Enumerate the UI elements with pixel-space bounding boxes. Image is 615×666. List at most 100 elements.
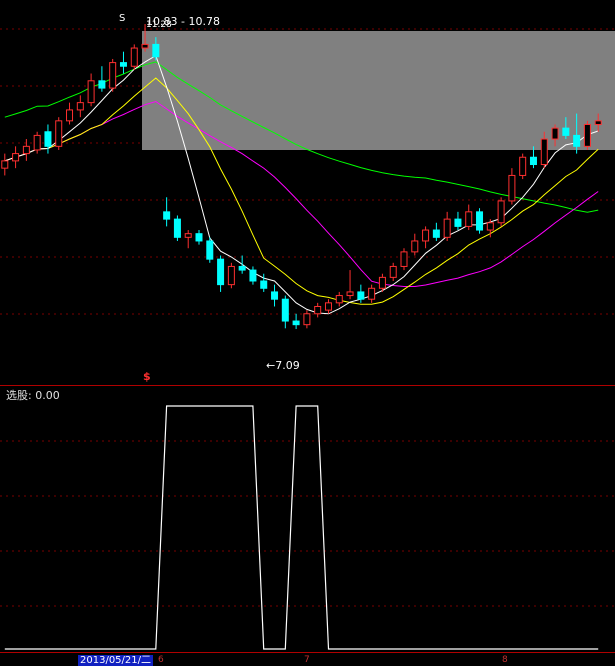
candle-body [303, 313, 311, 326]
candle-body [152, 43, 160, 58]
signal-line [4, 405, 599, 650]
candle-body [583, 123, 591, 147]
candle-body [519, 156, 527, 176]
candle-body [454, 218, 462, 227]
stock-chart-window: { "price_chart": { "high_label": "10.83 … [0, 0, 615, 666]
candle-body [562, 127, 570, 136]
candle [163, 197, 171, 227]
candle [22, 139, 30, 161]
candle [12, 146, 20, 169]
candle-body [87, 80, 95, 104]
candle-body [422, 229, 430, 242]
candle [119, 51, 127, 74]
candle [454, 211, 462, 231]
candle [109, 58, 117, 92]
candle [55, 117, 63, 150]
candle-body [281, 298, 289, 322]
candle [443, 211, 451, 241]
s-marker: S [119, 13, 126, 24]
axis-tick-7: 7 [304, 655, 310, 665]
axis-divider [0, 652, 615, 653]
candle [87, 73, 95, 107]
candle [476, 208, 484, 234]
candle [465, 204, 473, 231]
candle-body [292, 320, 300, 326]
candle [173, 215, 181, 241]
candle-body [540, 138, 548, 166]
candle-body [335, 295, 343, 304]
candle [98, 66, 106, 92]
axis-tick-6: 6 [158, 655, 164, 665]
candle-body [1, 160, 9, 169]
candle-body [109, 62, 117, 89]
candle-body [98, 80, 106, 89]
candle [66, 102, 74, 125]
candle [519, 153, 527, 180]
candle-body [260, 280, 268, 289]
candle [314, 302, 322, 318]
candle [432, 222, 440, 241]
candle-body [238, 265, 246, 271]
candle [227, 262, 235, 289]
candle-body [432, 229, 440, 238]
candle [217, 255, 225, 292]
candle-body [486, 222, 494, 231]
candle-body [217, 258, 225, 286]
candle-body [163, 211, 171, 220]
candle [281, 295, 289, 329]
price-chart[interactable] [0, 0, 615, 385]
candle [130, 44, 138, 70]
candle-body [314, 305, 322, 315]
candle [368, 284, 376, 303]
candle-body [389, 265, 397, 278]
candle-body [346, 291, 354, 297]
low-price-label: ←7.09 [266, 359, 300, 372]
price-chart-pane[interactable]: S 10.83 - 10.78 11.28 ←7.09 $ [0, 0, 615, 385]
sell-marker: $ [143, 370, 151, 383]
candle-body [324, 302, 332, 311]
candle-body [119, 62, 127, 67]
candle-body [184, 233, 192, 238]
candle [422, 226, 430, 249]
candle-body [411, 240, 419, 253]
candle-body [249, 269, 257, 282]
candle-body [465, 211, 473, 227]
signal-chart[interactable] [0, 386, 615, 652]
candle-body [400, 251, 408, 267]
candle-body [497, 200, 505, 224]
indicator-pane[interactable]: 选股: 0.00 [0, 386, 615, 652]
candle-body [12, 153, 20, 162]
candle [206, 237, 214, 263]
candle [76, 95, 84, 118]
indicator-title: 选股: 0.00 [6, 389, 60, 402]
candle-body [271, 291, 279, 300]
candle [400, 248, 408, 271]
candle-body [195, 233, 203, 242]
candle [303, 310, 311, 329]
candle [411, 233, 419, 256]
candle [195, 230, 203, 245]
candle-body [206, 240, 214, 260]
candle-body [76, 102, 84, 111]
candle-body [33, 134, 41, 151]
candle [335, 291, 343, 307]
high-price-short-label: 11.28 [146, 20, 172, 30]
candle [389, 262, 397, 281]
candle [497, 197, 505, 227]
candle [271, 284, 279, 307]
candle-body [594, 120, 602, 125]
candle-body [443, 218, 451, 238]
candle [324, 299, 332, 314]
candle-body [66, 109, 74, 122]
axis-tick-8: 8 [502, 655, 508, 665]
candle-body [551, 127, 559, 140]
candle-body [529, 156, 537, 166]
candle-body [227, 265, 235, 286]
low-price-value: 7.09 [275, 359, 300, 372]
candle-body [22, 145, 30, 155]
candle [33, 131, 41, 154]
candle [1, 153, 9, 176]
candle [346, 270, 354, 300]
candle-body [508, 174, 516, 202]
candle [249, 266, 257, 285]
